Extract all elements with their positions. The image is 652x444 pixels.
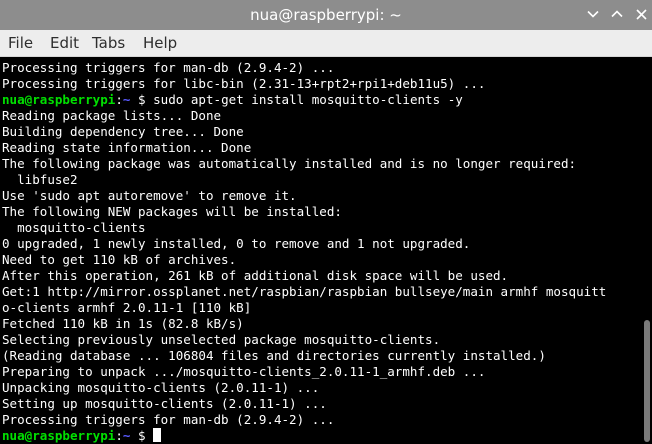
text-cursor (153, 428, 162, 442)
menu-edit[interactable]: Edit (50, 34, 79, 52)
window-title: nua@raspberrypi: ~ (250, 6, 402, 24)
terminal-line: Processing triggers for man-db (2.9.4-2)… (2, 412, 335, 427)
title-bar[interactable]: nua@raspberrypi: ~ (0, 0, 652, 30)
terminal-line: The following NEW packages will be insta… (2, 204, 342, 219)
prompt-symbol: $ (130, 92, 154, 107)
terminal-line: Selecting previously unselected package … (2, 332, 441, 347)
prompt-line: nua@raspberrypi:~ $ (2, 428, 642, 444)
prompt-user: nua@raspberrypi (2, 92, 116, 107)
terminal-line: Setting up mosquitto-clients (2.0.11-1) … (2, 396, 327, 411)
command-text: sudo apt-get install mosquitto-clients -… (153, 92, 463, 107)
terminal-line: Fetched 110 kB in 1s (82.8 kB/s) (2, 316, 244, 331)
terminal-line: The following package was automatically … (2, 156, 577, 171)
menu-tabs[interactable]: Tabs (92, 34, 125, 52)
menu-bar: File Edit Tabs Help (0, 30, 652, 57)
terminal-line: Need to get 110 kB of archives. (2, 252, 237, 267)
scrollbar[interactable] (642, 57, 652, 444)
prompt-user: nua@raspberrypi (2, 428, 116, 443)
terminal-window: nua@raspberrypi: ~ File Edit Tabs Help P… (0, 0, 652, 444)
terminal-line: 0 upgraded, 1 newly installed, 0 to remo… (2, 236, 471, 251)
terminal-output: Processing triggers for man-db (2.9.4-2)… (2, 60, 642, 444)
terminal-line: Building dependency tree... Done (2, 124, 244, 139)
prompt-symbol: $ (130, 428, 154, 443)
terminal-line: libfuse2 (2, 172, 78, 187)
close-button[interactable] (630, 3, 652, 25)
minimize-button[interactable] (582, 3, 604, 25)
terminal-line: Processing triggers for libc-bin (2.31-1… (2, 76, 486, 91)
terminal-line: Reading state information... Done (2, 140, 252, 155)
menu-file[interactable]: File (8, 34, 33, 52)
maximize-button[interactable] (606, 3, 628, 25)
terminal-line: o-clients armhf 2.0.11-1 [110 kB] (2, 300, 252, 315)
prompt-separator: : (115, 428, 123, 443)
terminal-area[interactable]: Processing triggers for man-db (2.9.4-2)… (0, 57, 642, 444)
terminal-line: Preparing to unpack .../mosquitto-client… (2, 364, 486, 379)
terminal-line: Get:1 http://mirror.ossplanet.net/raspbi… (2, 284, 607, 299)
terminal-line: Processing triggers for man-db (2.9.4-2)… (2, 60, 335, 75)
terminal-line: After this operation, 261 kB of addition… (2, 268, 509, 283)
command-line: nua@raspberrypi:~ $ sudo apt-get install… (2, 92, 642, 108)
menu-help[interactable]: Help (143, 34, 177, 52)
close-icon (635, 8, 647, 20)
terminal-line: Unpacking mosquitto-clients (2.0.11-1) .… (2, 380, 320, 395)
terminal-line: mosquitto-clients (2, 220, 146, 235)
chevron-down-icon (587, 10, 599, 18)
terminal-line: Reading package lists... Done (2, 108, 222, 123)
prompt-separator: : (115, 92, 123, 107)
chevron-up-icon (611, 10, 623, 18)
terminal-line: (Reading database ... 106804 files and d… (2, 348, 546, 363)
terminal-line: Use 'sudo apt autoremove' to remove it. (2, 188, 297, 203)
scrollbar-thumb[interactable] (644, 320, 650, 442)
